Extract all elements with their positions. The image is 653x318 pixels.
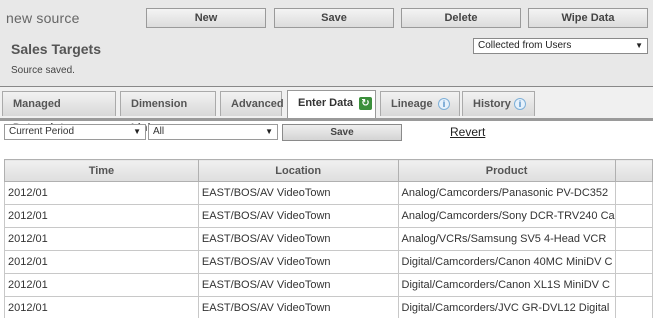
- tab-managed-datapoints[interactable]: Managed Datapoints: [2, 91, 116, 134]
- chevron-down-icon: ▼: [635, 41, 643, 50]
- cell-location: EAST/BOS/AV VideoTown: [197, 273, 399, 297]
- cell-time: 2012/01: [4, 296, 199, 318]
- tab-enter-data[interactable]: Enter Data ↻: [287, 90, 376, 118]
- cell-value[interactable]: [614, 250, 653, 274]
- tab-bar: Managed Datapoints Dimension Links Advan…: [0, 87, 653, 134]
- cell-value[interactable]: [614, 273, 653, 297]
- data-table: Time Location Product 2012/01 EAST/BOS/A…: [4, 159, 653, 318]
- cell-location: EAST/BOS/AV VideoTown: [197, 227, 399, 251]
- cell-product: Digital/Camcorders/Canon XL1S MiniDV C: [397, 273, 616, 297]
- table-row[interactable]: 2012/01 EAST/BOS/AV VideoTown Digital/Ca…: [4, 273, 653, 297]
- cell-value[interactable]: [614, 181, 653, 205]
- refresh-icon[interactable]: ↻: [359, 97, 372, 110]
- source-name: Sales Targets: [11, 41, 102, 57]
- source-type-value: Collected from Users: [478, 40, 572, 51]
- chevron-down-icon: ▼: [265, 127, 273, 136]
- status-message: Source saved.: [11, 65, 75, 76]
- column-header-product[interactable]: Product: [397, 159, 616, 182]
- cell-time: 2012/01: [4, 181, 199, 205]
- cell-value[interactable]: [614, 296, 653, 318]
- tab-history[interactable]: History i: [462, 91, 535, 116]
- table-row[interactable]: 2012/01 EAST/BOS/AV VideoTown Digital/Ca…: [4, 250, 653, 274]
- chevron-down-icon: ▼: [133, 127, 141, 136]
- app-title: new source: [6, 10, 80, 26]
- column-header-time[interactable]: Time: [4, 159, 199, 182]
- column-header-value[interactable]: [614, 159, 653, 182]
- tab-label: History: [473, 98, 511, 110]
- tab-label: Enter Data: [298, 97, 354, 109]
- info-icon: i: [514, 98, 526, 110]
- period-select[interactable]: Current Period ▼: [4, 124, 146, 140]
- tab-divider: [0, 118, 653, 121]
- cell-location: EAST/BOS/AV VideoTown: [197, 181, 399, 205]
- info-icon: i: [438, 98, 450, 110]
- tab-advanced[interactable]: Advanced: [220, 91, 284, 116]
- filter-value: All: [153, 126, 165, 137]
- cell-location: EAST/BOS/AV VideoTown: [197, 204, 399, 228]
- revert-link[interactable]: Revert: [450, 125, 485, 139]
- cell-product: Digital/Camcorders/JVC GR-DVL12 Digital: [397, 296, 616, 318]
- table-row[interactable]: 2012/01 EAST/BOS/AV VideoTown Analog/Cam…: [4, 204, 653, 228]
- delete-button[interactable]: Delete: [401, 8, 521, 28]
- cell-product: Analog/Camcorders/Sony DCR-TRV240 Ca: [397, 204, 616, 228]
- cell-time: 2012/01: [4, 250, 199, 274]
- source-type-select[interactable]: Collected from Users ▼: [473, 38, 648, 54]
- cell-location: EAST/BOS/AV VideoTown: [197, 296, 399, 318]
- cell-product: Analog/Camcorders/Panasonic PV-DC352: [397, 181, 616, 205]
- tab-dimension-links[interactable]: Dimension Links: [120, 91, 216, 134]
- cell-product: Analog/VCRs/Samsung SV5 4-Head VCR: [397, 227, 616, 251]
- save-button[interactable]: Save: [274, 8, 394, 28]
- wipe-data-button[interactable]: Wipe Data: [528, 8, 648, 28]
- column-header-location[interactable]: Location: [197, 159, 399, 182]
- table-header-row: Time Location Product: [4, 159, 653, 182]
- tab-label: Lineage: [391, 98, 433, 110]
- tab-label: Advanced: [231, 98, 284, 110]
- table-row[interactable]: 2012/01 EAST/BOS/AV VideoTown Analog/Cam…: [4, 181, 653, 205]
- cell-location: EAST/BOS/AV VideoTown: [197, 250, 399, 274]
- table-row[interactable]: 2012/01 EAST/BOS/AV VideoTown Digital/Ca…: [4, 296, 653, 318]
- tab-lineage[interactable]: Lineage i: [380, 91, 460, 116]
- new-button[interactable]: New: [146, 8, 266, 28]
- cell-time: 2012/01: [4, 273, 199, 297]
- cell-product: Digital/Camcorders/Canon 40MC MiniDV C: [397, 250, 616, 274]
- cell-value[interactable]: [614, 204, 653, 228]
- filter-select[interactable]: All ▼: [148, 124, 278, 140]
- source-header: new source New Save Delete Wipe Data Sal…: [0, 0, 653, 86]
- cell-time: 2012/01: [4, 227, 199, 251]
- save-data-button[interactable]: Save: [282, 124, 402, 141]
- cell-time: 2012/01: [4, 204, 199, 228]
- cell-value[interactable]: [614, 227, 653, 251]
- table-row[interactable]: 2012/01 EAST/BOS/AV VideoTown Analog/VCR…: [4, 227, 653, 251]
- period-value: Current Period: [9, 126, 75, 137]
